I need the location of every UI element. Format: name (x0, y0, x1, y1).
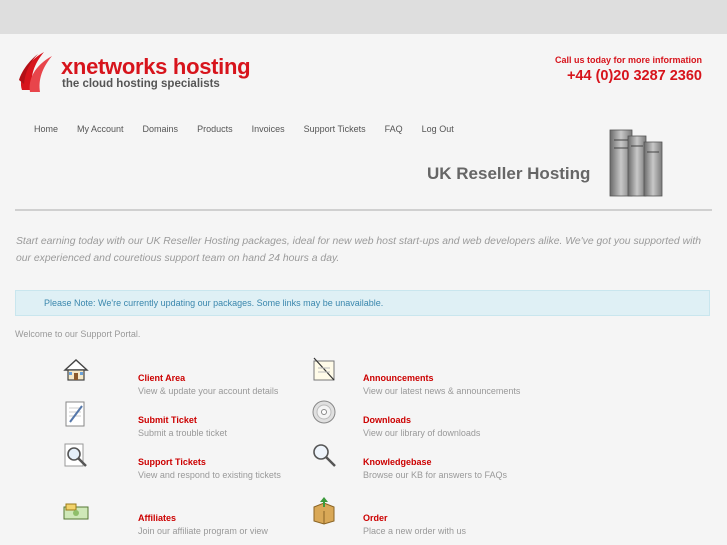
magnifier-icon[interactable] (310, 441, 338, 469)
item-desc: View our latest news & announcements (363, 386, 521, 396)
house-icon[interactable] (62, 356, 90, 384)
item-desc: Place a new order with us (363, 526, 467, 536)
pencil-document-icon[interactable] (62, 400, 90, 428)
package-icon[interactable] (310, 497, 338, 525)
nav-faq[interactable]: FAQ (385, 124, 403, 134)
item-desc: Join our affiliate program or view (138, 526, 268, 536)
item-desc: View and respond to existing tickets (138, 470, 281, 480)
nav-domains[interactable]: Domains (143, 124, 179, 134)
phone-number: +44 (0)20 3287 2360 (566, 68, 702, 84)
nav-products[interactable]: Products (197, 124, 233, 134)
page-title: UK Reseller Hosting (427, 164, 591, 183)
server-icon (609, 129, 663, 197)
item-title[interactable]: Announcements (363, 373, 553, 383)
money-icon[interactable] (62, 497, 90, 525)
contact-info: Call us today for more information +44 (… (555, 55, 702, 84)
nav-log-out[interactable]: Log Out (422, 124, 454, 134)
header-divider (15, 209, 712, 211)
notice-banner: Please Note: We're currently updating ou… (15, 290, 710, 316)
announcement-icon[interactable] (310, 356, 338, 384)
main-nav: Home My Account Domains Products Invoice… (34, 124, 473, 134)
item-desc: View & update your account details (138, 386, 279, 396)
item-title[interactable]: Affiliates (138, 513, 328, 523)
nav-invoices[interactable]: Invoices (252, 124, 285, 134)
item-title[interactable]: Order (363, 513, 553, 523)
call-text: Call us today for more information (554, 55, 702, 65)
item-title[interactable]: Submit Ticket (138, 415, 328, 425)
logo-swoosh-icon (19, 52, 52, 92)
top-bar (0, 0, 727, 34)
item-desc: Browse our KB for answers to FAQs (363, 470, 508, 480)
disc-icon[interactable] (310, 398, 338, 426)
nav-my-account[interactable]: My Account (77, 124, 124, 134)
portal-item-submit-ticket[interactable]: Submit Ticket Submit a trouble ticket (138, 415, 328, 440)
portal-item-downloads[interactable]: Downloads View our library of downloads (363, 415, 553, 440)
portal-item-support-tickets[interactable]: Support Tickets View and respond to exis… (138, 457, 328, 482)
portal-item-affiliates[interactable]: Affiliates Join our affiliate program or… (138, 513, 328, 538)
logo-name: xnetworks hosting (61, 54, 251, 79)
welcome-text: Welcome to our Support Portal. (15, 329, 141, 339)
portal-item-order[interactable]: Order Place a new order with us (363, 513, 553, 538)
intro-text: Start earning today with our UK Reseller… (16, 236, 702, 264)
logo[interactable]: xnetworks hosting the cloud hosting spec… (16, 50, 256, 94)
logo-tagline: the cloud hosting specialists (62, 78, 220, 90)
item-title[interactable]: Support Tickets (138, 457, 328, 467)
nav-home[interactable]: Home (34, 124, 58, 134)
item-title[interactable]: Downloads (363, 415, 553, 425)
item-title[interactable]: Client Area (138, 373, 328, 383)
magnifier-document-icon[interactable] (62, 442, 90, 470)
item-title[interactable]: Knowledgebase (363, 457, 553, 467)
item-desc: View our library of downloads (363, 428, 481, 438)
notice-text: Please Note: We're currently updating ou… (44, 298, 384, 308)
portal-item-knowledgebase[interactable]: Knowledgebase Browse our KB for answers … (363, 457, 553, 482)
nav-support-tickets[interactable]: Support Tickets (304, 124, 366, 134)
portal-item-announcements[interactable]: Announcements View our latest news & ann… (363, 373, 553, 398)
item-desc: Submit a trouble ticket (138, 428, 228, 438)
portal-item-client-area[interactable]: Client Area View & update your account d… (138, 373, 328, 398)
